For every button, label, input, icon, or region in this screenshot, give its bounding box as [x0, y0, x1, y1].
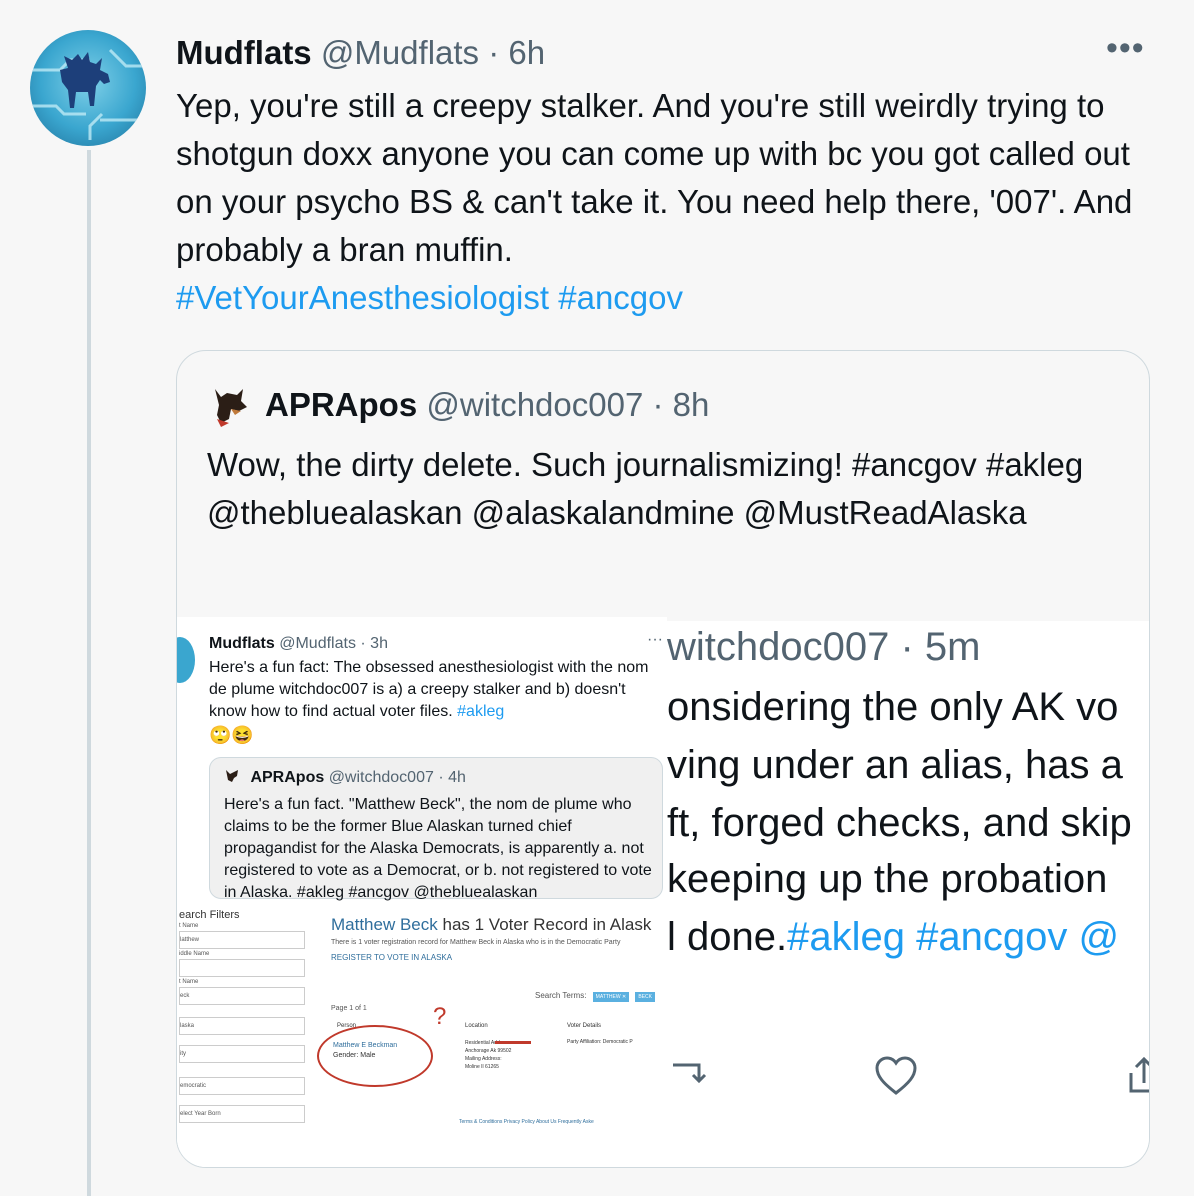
- thread-line: [87, 150, 91, 1196]
- attached-image-right[interactable]: witchdoc007 · 5m onsidering the only AK …: [667, 621, 1149, 1167]
- embedded-author-handle: @Mudflats · 3h: [279, 635, 388, 652]
- question-mark-annotation: ?: [433, 1003, 447, 1030]
- separator-dot: ·: [488, 34, 500, 71]
- zoomed-line: ving under an alias, has a: [667, 743, 1123, 787]
- field-label: t Name: [179, 979, 199, 985]
- search-chip: BECK: [635, 992, 656, 1002]
- quote-author-name[interactable]: APRApos: [265, 386, 417, 423]
- voter-footer: Terms & Conditions Privacy Policy About …: [459, 1119, 594, 1125]
- separator-dot: ·: [652, 386, 664, 423]
- field-value: elect Year Born: [179, 1105, 305, 1123]
- embedded-quote-author-name: APRApos: [250, 769, 325, 786]
- zoomed-last-line: l done.#akleg #ancgov @: [667, 915, 1119, 960]
- zoomed-line: keeping up the probation: [667, 857, 1108, 901]
- embedded-tweet-header: Mudflats @Mudflats · 3h: [209, 635, 388, 653]
- location-line: Mailing Address:: [465, 1056, 502, 1062]
- filters-title: earch Filters: [179, 909, 240, 921]
- tweet-time[interactable]: 6h: [508, 34, 545, 71]
- voter-title-rest: has 1 Voter Record in Alask: [437, 915, 652, 934]
- quote-time[interactable]: 8h: [673, 386, 710, 423]
- voter-affiliation: Party Affiliation: Democratic P: [567, 1039, 633, 1045]
- quoted-tweet[interactable]: APRApos @witchdoc007 · 8h Wow, the dirty…: [176, 350, 1150, 1168]
- page-indicator: Page 1 of 1: [331, 1005, 367, 1012]
- hashtag-link[interactable]: #VetYourAnesthesiologist: [176, 279, 549, 316]
- voter-title: Matthew Beck has 1 Voter Record in Alask: [331, 915, 651, 935]
- embedded-quote-text: Here's a fun fact. "Matthew Beck", the n…: [224, 796, 652, 901]
- location-line: Moline Il 61265: [465, 1064, 499, 1070]
- quote-header: APRApos @witchdoc007 · 8h: [265, 383, 709, 427]
- quote-author-handle[interactable]: @witchdoc007: [426, 386, 643, 423]
- search-terms: Search Terms: MATTHEW ✕ BECK: [535, 991, 656, 1002]
- search-chip: MATTHEW ✕: [592, 992, 630, 1002]
- field-value: [179, 959, 305, 977]
- zoomed-line: ft, forged checks, and skip: [667, 801, 1132, 845]
- field-label: t Name: [179, 923, 199, 929]
- zoomed-meta: witchdoc007 · 5m: [667, 625, 981, 669]
- table-header: Voter Details: [567, 1023, 602, 1029]
- search-terms-label: Search Terms:: [535, 991, 587, 1000]
- embedded-quote: APRApos @witchdoc007 · 4h Here's a fun f…: [209, 757, 663, 901]
- author-handle[interactable]: @Mudflats: [321, 34, 479, 71]
- field-value: ity: [179, 1045, 305, 1063]
- emoji: 🙄😆: [209, 725, 254, 745]
- embedded-hashtag: #akleg: [457, 703, 505, 720]
- field-value: emocratic: [179, 1077, 305, 1095]
- location-line: Anchorage Ak 99502: [465, 1048, 512, 1054]
- field-value: eck: [179, 987, 305, 1005]
- register-link: REGISTER TO VOTE IN ALASKA: [331, 953, 453, 962]
- share-icon: [1129, 1056, 1149, 1093]
- embedded-text: Here's a fun fact: The obsessed anesthes…: [209, 659, 649, 720]
- field-value: laska: [179, 1017, 305, 1035]
- retweet-icon: [673, 1063, 707, 1084]
- avatar: [177, 637, 195, 683]
- doberman-avatar-icon: [226, 770, 238, 782]
- mudflats-avatar[interactable]: [30, 30, 146, 146]
- voter-name: Matthew Beck: [331, 915, 438, 934]
- voter-record-screenshot: earch Filters t Name latthew iddle Name …: [177, 907, 667, 1167]
- tweet-hashtags: #VetYourAnesthesiologist #ancgov: [176, 274, 1166, 322]
- moose-logo-icon: [30, 48, 146, 140]
- tweet-text: Yep, you're still a creepy stalker. And …: [176, 87, 1133, 268]
- field-label: iddle Name: [179, 951, 210, 957]
- more-options-icon[interactable]: •••: [1106, 31, 1152, 68]
- field-value: latthew: [179, 931, 305, 949]
- heart-icon: [875, 1056, 917, 1095]
- table-header: Location: [465, 1023, 488, 1029]
- tweet-body: Yep, you're still a creepy stalker. And …: [176, 82, 1166, 322]
- hashtag-link[interactable]: #ancgov: [558, 279, 683, 316]
- author-name[interactable]: Mudflats: [176, 34, 312, 71]
- embedded-author-name: Mudflats: [209, 635, 275, 652]
- embedded-quote-author-handle: @witchdoc007 · 4h: [328, 769, 466, 786]
- zoomed-hashtags: #akleg #ancgov @: [787, 915, 1120, 959]
- voter-subtitle: There is 1 voter registration record for…: [331, 939, 621, 946]
- doberman-avatar-icon[interactable]: [207, 385, 249, 427]
- zoomed-last-text: l done.: [667, 915, 788, 959]
- red-circle-annotation: [317, 1025, 433, 1087]
- zoomed-line: onsidering the only AK vo: [667, 685, 1119, 729]
- tweet-header: Mudflats @Mudflats · 6h: [176, 30, 545, 76]
- embedded-tweet-text: Here's a fun fact: The obsessed anesthes…: [209, 657, 659, 723]
- quote-text: Wow, the dirty delete. Such journalismiz…: [207, 446, 1084, 531]
- red-redaction-mark: [495, 1041, 531, 1044]
- embedded-quote-header: APRApos @witchdoc007 · 4h: [224, 768, 466, 787]
- attached-image-left[interactable]: Mudflats @Mudflats · 3h ··· Here's a fun…: [177, 617, 667, 1167]
- more-options-icon: ···: [647, 631, 663, 648]
